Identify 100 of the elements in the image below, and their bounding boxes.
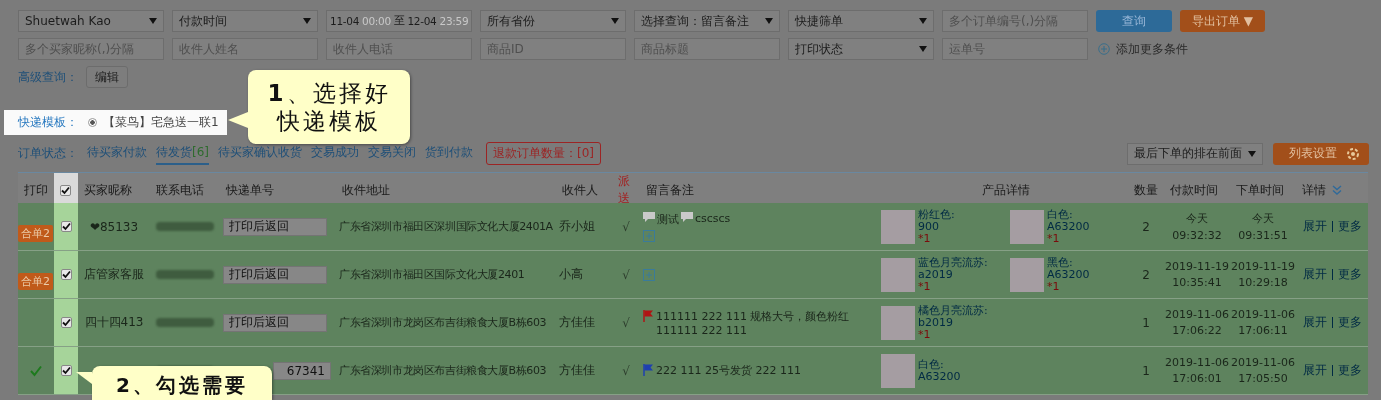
status-tab[interactable]: 待买家付款 <box>87 142 147 165</box>
photo-placeholder <box>1010 257 1044 292</box>
column-header: 买家昵称 <box>84 181 132 199</box>
address: 广东省深圳市福田区国际文化大厦2401 <box>339 267 525 282</box>
product-code[interactable]: A63200 <box>1047 268 1090 281</box>
caret-icon <box>303 18 311 24</box>
column-header: 下单时间 <box>1236 181 1284 199</box>
edit-button[interactable]: 编辑 <box>86 66 128 88</box>
select[interactable]: 打印状态 <box>788 38 934 60</box>
product-name[interactable]: 蓝色月亮流苏: <box>918 256 988 269</box>
caret-icon <box>611 18 619 24</box>
checkbox[interactable] <box>60 184 71 196</box>
status-label: 订单状态： <box>18 145 78 162</box>
add-note-icon <box>643 268 655 281</box>
export-button[interactable]: 导出订单 ▼ <box>1180 10 1266 32</box>
table-row[interactable]: 合单2 ❤85133 打印后返回 广东省深圳市福田区深圳国际文化大厦2401A 乔小姐 √ 测试 cscscs 粉红色: 900 *1 白色: A63200 *1 2 今天 09:32:32 今天 09:31:51 展开 更多 <box>18 203 1368 251</box>
product-name[interactable]: 白色: <box>1047 208 1090 221</box>
photo-placeholder <box>881 353 915 388</box>
status-tab[interactable]: 货到付款 <box>425 142 473 165</box>
payment-time: 2019-11-06 <box>1165 356 1229 369</box>
address: 广东省深圳市龙岗区布吉街粮食大厦B栋603 <box>339 315 547 330</box>
caret-icon <box>1248 150 1256 157</box>
product-name[interactable]: 白色: <box>918 358 961 371</box>
select[interactable]: 快捷筛单 <box>788 10 934 32</box>
tracking-field[interactable]: 67341 <box>273 361 331 380</box>
checkbox[interactable] <box>60 365 72 376</box>
column-header: 付款时间 <box>1170 181 1218 199</box>
expand-link[interactable]: 展开 <box>1302 266 1327 283</box>
product-code[interactable]: a2019 <box>918 268 988 281</box>
checkbox[interactable] <box>60 317 72 328</box>
tracking-field[interactable]: 打印后返回 <box>223 265 327 284</box>
column-header: 数量 <box>1134 181 1158 199</box>
order-time: 今天 <box>1252 211 1274 226</box>
product-code[interactable]: A63200 <box>1047 220 1090 233</box>
more-link[interactable]: 更多 <box>1337 266 1362 283</box>
column-header: 联系电话 <box>156 181 204 199</box>
photo-placeholder <box>881 305 915 340</box>
tracking-field[interactable]: 打印后返回 <box>223 313 327 332</box>
caret-icon <box>149 18 157 24</box>
more-link[interactable]: 更多 <box>1337 314 1362 331</box>
select[interactable]: 选择查询：留言备注 <box>634 10 780 32</box>
dispatch-mark: √ <box>622 267 630 282</box>
column-header: 产品详情 <box>982 181 1030 199</box>
column-header: 详情 <box>1302 181 1326 199</box>
order-time: 10:29:18 <box>1238 276 1288 289</box>
column-header: 收件地址 <box>342 181 390 199</box>
more-link[interactable]: 更多 <box>1337 362 1362 379</box>
date-range-field[interactable]: 11-04 00:00 至 12-04 23:59 <box>326 10 472 32</box>
product-quantity: *1 <box>918 280 932 293</box>
select[interactable]: Shuetwah Kao <box>18 10 164 32</box>
status-tab[interactable]: 交易关闭 <box>368 142 416 165</box>
product-quantity: *1 <box>918 328 932 341</box>
receiver-name: 乔小姐 <box>559 218 595 235</box>
address: 广东省深圳市福田区深圳国际文化大厦2401A <box>339 219 553 234</box>
select[interactable]: 所有省份 <box>480 10 626 32</box>
more-link[interactable]: 更多 <box>1337 218 1362 235</box>
tracking-field[interactable]: 打印后返回 <box>223 217 327 236</box>
refund-count-badge[interactable]: 退款订单数量：[0] <box>486 142 601 165</box>
template-option[interactable]: 【菜鸟】宅急送一联1 <box>103 114 219 131</box>
product-name[interactable]: 黑色: <box>1047 256 1090 269</box>
expand-link[interactable]: 展开 <box>1302 362 1327 379</box>
product-name[interactable]: 粉红色: <box>918 208 955 221</box>
radio-button[interactable] <box>88 118 97 127</box>
payment-time: 09:32:32 <box>1172 229 1222 242</box>
list-settings-button[interactable]: 列表设置 <box>1273 142 1369 165</box>
callout-pointer <box>228 112 248 128</box>
expand-link[interactable]: 展开 <box>1302 314 1327 331</box>
callout-pointer <box>76 372 92 384</box>
add-note-icon <box>643 229 655 242</box>
blurred-phone <box>156 222 214 231</box>
product-code[interactable]: 900 <box>918 220 955 233</box>
status-tab[interactable]: 待买家确认收货 <box>218 142 302 165</box>
status-tab[interactable]: 待发货[6] <box>156 142 209 165</box>
payment-time: 10:35:41 <box>1172 276 1222 289</box>
buyer-nickname: 店管家客服 <box>84 266 144 283</box>
order-time: 2019-11-06 <box>1231 308 1295 321</box>
caret-icon <box>765 18 773 24</box>
product-quantity: *1 <box>1047 280 1061 293</box>
merge-badge: 合单2 <box>18 225 53 242</box>
photo-placeholder <box>881 209 915 244</box>
select[interactable]: 付款时间 <box>172 10 318 32</box>
quantity: 1 <box>1142 315 1150 330</box>
column-header: 打印 <box>24 181 48 199</box>
photo-placeholder <box>1010 209 1044 244</box>
product-code[interactable]: b2019 <box>918 316 988 329</box>
status-tab[interactable]: 交易成功 <box>311 142 359 165</box>
expand-link[interactable]: 展开 <box>1302 218 1327 235</box>
product-code[interactable]: A63200 <box>918 370 961 383</box>
product-name[interactable]: 橘色月亮流苏: <box>918 304 988 317</box>
address: 广东省深圳市龙岗区布吉街粮食大厦B栋603 <box>339 363 547 378</box>
dispatch-mark: √ <box>622 363 630 378</box>
checkbox[interactable] <box>60 269 72 280</box>
quantity: 2 <box>1142 219 1150 234</box>
sort-select[interactable]: 最后下单的排在前面 <box>1127 142 1263 165</box>
note-text: 111111 222 111 规格大号，颜色粉红 111111 222 111 <box>656 308 851 337</box>
caret-icon <box>919 46 927 52</box>
add-condition-link[interactable]: 添加更多条件 <box>1116 40 1188 58</box>
receiver-name: 方佳佳 <box>559 362 595 379</box>
search-button[interactable]: 查询 <box>1096 10 1172 32</box>
checkbox[interactable] <box>60 221 72 232</box>
